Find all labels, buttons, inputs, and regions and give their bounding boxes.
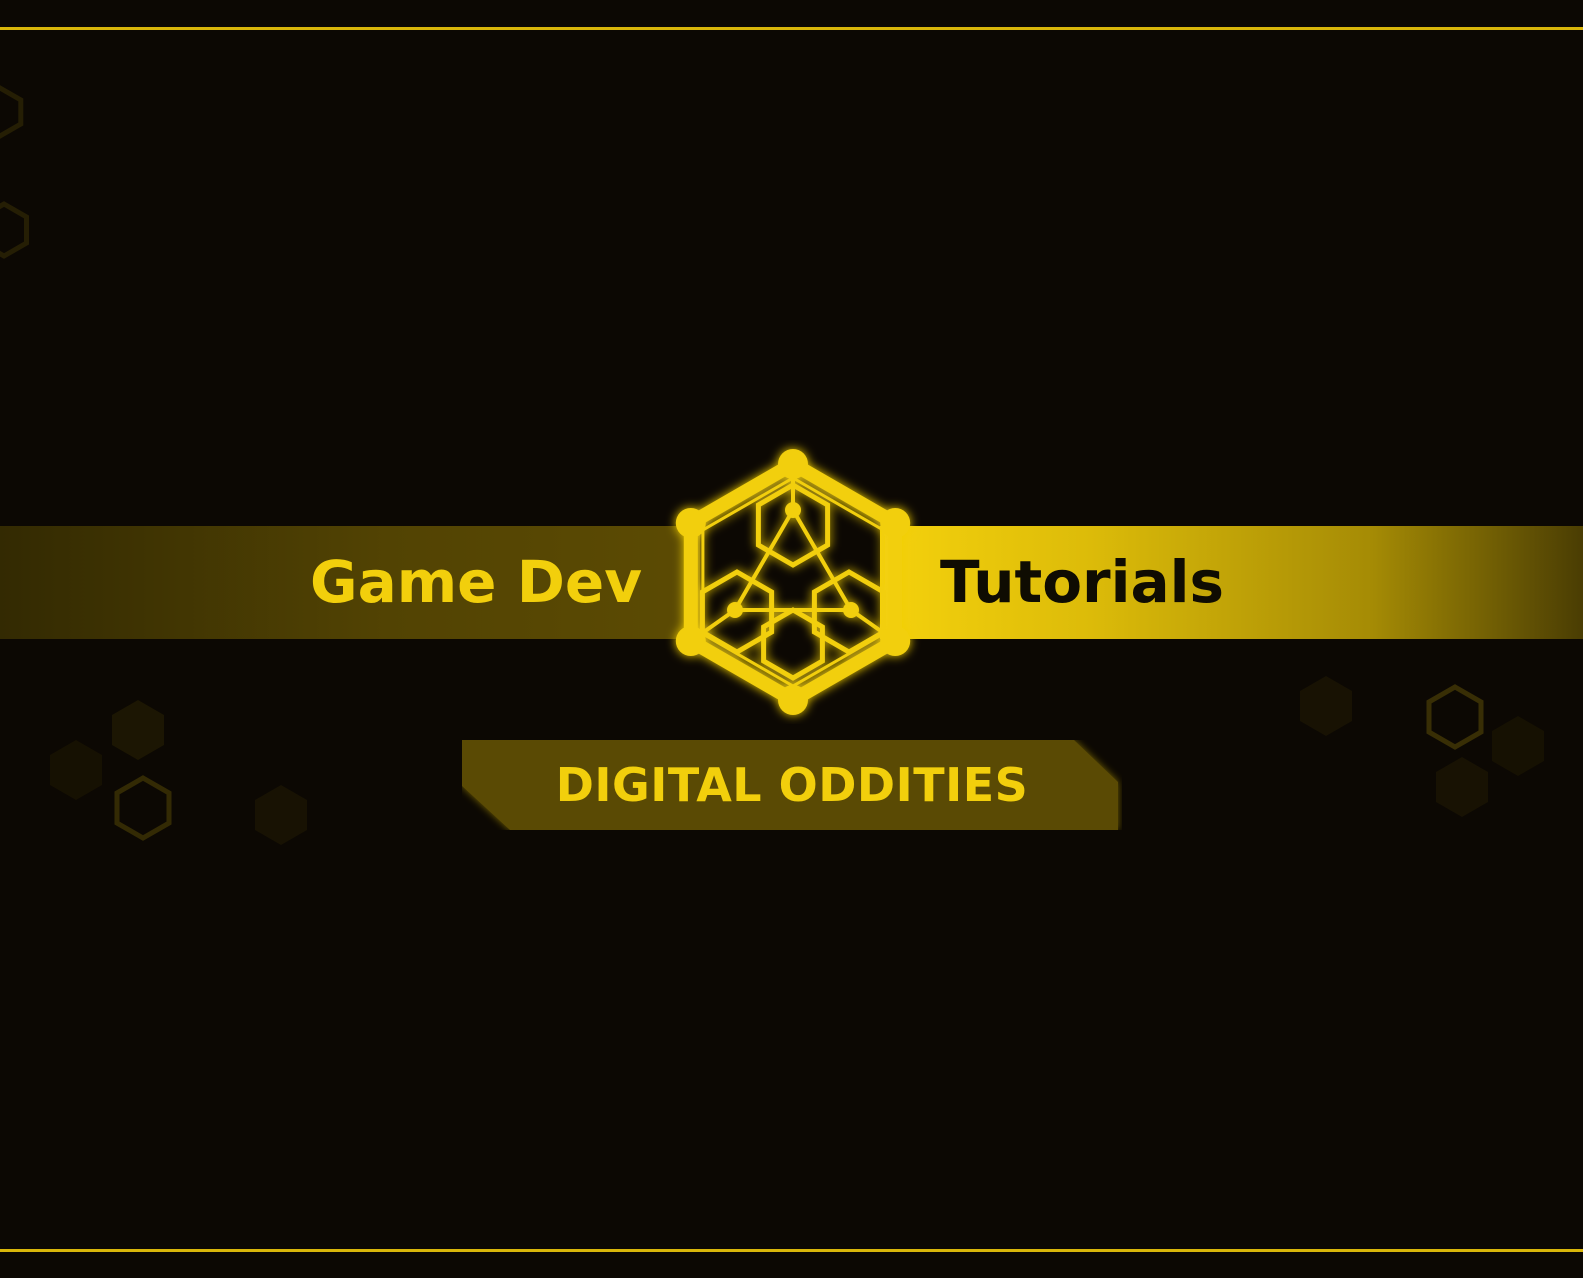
logo-node: [880, 508, 911, 538]
logo-node: [778, 685, 808, 715]
background-hexagon: [1436, 757, 1488, 817]
background-hexagon: [1300, 676, 1352, 736]
logo-node-small: [843, 602, 859, 618]
title-game-dev: Game Dev: [310, 548, 642, 616]
background-hexagon: [114, 775, 172, 841]
background-hexagon: [255, 785, 307, 845]
logo-node-small: [727, 602, 743, 618]
logo-triangle: [731, 506, 855, 612]
subtitle-plate: DIGITAL ODDITIES: [462, 740, 1122, 830]
hexagon-network-icon: [675, 449, 911, 715]
logo-node-small: [785, 502, 801, 518]
logo-node: [778, 449, 808, 479]
background-hexagon: [1426, 684, 1484, 750]
background-hexagon: [0, 85, 24, 139]
logo-node: [675, 508, 706, 538]
background-hexagon: [50, 740, 102, 800]
background-hexagon: [112, 700, 164, 760]
background-hexagon: [1492, 716, 1544, 776]
logo-node: [880, 626, 911, 656]
logo-node: [675, 626, 706, 656]
background-hexagon: [0, 201, 29, 259]
logo-cell-hexagon: [761, 607, 825, 681]
title-tutorials: Tutorials: [940, 548, 1225, 616]
subtitle-text: DIGITAL ODDITIES: [555, 758, 1029, 812]
